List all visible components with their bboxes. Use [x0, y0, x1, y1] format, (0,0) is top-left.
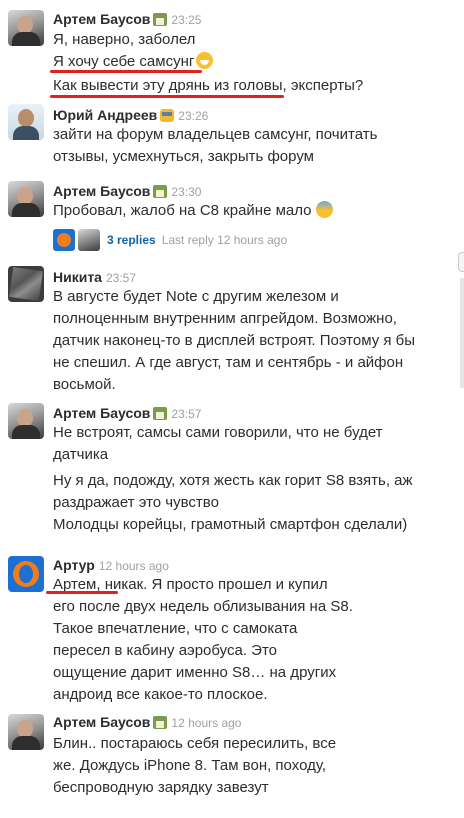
last-reply-text: Last reply 12 hours ago [161, 233, 288, 247]
avatar[interactable] [8, 556, 44, 592]
author-name[interactable]: Юрий Андреев [53, 107, 157, 123]
timestamp[interactable]: 12 hours ago [171, 716, 241, 730]
message-line: беспроводную зарядку завезут [53, 779, 269, 796]
red-underline [50, 95, 284, 98]
message-line: пересел в кабину аэробуса. Это [53, 642, 277, 659]
message-line: отзывы, усмехнуться, закрыть форум [53, 148, 314, 165]
timestamp[interactable]: 12 hours ago [99, 559, 169, 573]
message-line: Такое впечатление, что с самоката [53, 620, 298, 637]
bus-icon [160, 109, 175, 122]
message-header: Артем Баусов 23:57 [53, 404, 201, 422]
message-line: же. Дождусь iPhone 8. Там вон, походу, [53, 757, 326, 774]
timestamp[interactable]: 23:26 [178, 109, 208, 123]
message-line: раздражает это чувство [53, 494, 219, 511]
author-name[interactable]: Никита [53, 269, 102, 285]
replies-link[interactable]: 3 replies [107, 233, 156, 247]
message-line: не спешил. А где август, там и сентябрь … [53, 354, 404, 371]
message-line: Ну я да, подожду, хотя жесть как горит S… [53, 472, 413, 489]
message-line: В августе будет Note с другим железом и [53, 288, 339, 305]
avatar[interactable] [8, 10, 44, 46]
message-header: Артем Баусов 23:30 [53, 182, 201, 200]
scrollbar[interactable] [460, 278, 464, 388]
message-header: Юрий Андреев 23:26 [53, 106, 208, 124]
author-name[interactable]: Артем Баусов [53, 11, 150, 27]
message-line: зайти на форум владельцев самсунг, почит… [53, 126, 378, 143]
avatar[interactable] [8, 266, 44, 302]
message-line: Не встроят, самсы сами говорили, что не … [53, 424, 383, 441]
thread-summary[interactable]: 3 replies Last reply 12 hours ago [53, 229, 287, 251]
message-header: Артур 12 hours ago [53, 556, 169, 574]
author-name[interactable]: Артем Баусов [53, 405, 150, 421]
red-underline [50, 70, 202, 73]
author-name[interactable]: Артем Баусов [53, 183, 150, 199]
house-with-garden-icon [153, 716, 168, 729]
fearful-face-icon [315, 201, 333, 218]
author-name[interactable]: Артем Баусов [53, 714, 150, 730]
message-line: Пробовал, жалоб на С8 крайне мало [53, 200, 333, 222]
house-with-garden-icon [153, 13, 168, 26]
avatar[interactable] [8, 714, 44, 750]
avatar[interactable] [8, 403, 44, 439]
avatar [78, 229, 100, 251]
message-header: Артем Баусов 23:25 [53, 10, 201, 28]
scroll-handle[interactable] [458, 252, 464, 272]
timestamp[interactable]: 23:57 [171, 407, 201, 421]
message-line: ощущение дарит именно S8… на других [53, 664, 337, 681]
timestamp[interactable]: 23:30 [171, 185, 201, 199]
house-with-garden-icon [153, 407, 168, 420]
timestamp[interactable]: 23:25 [171, 13, 201, 27]
message-line: полноценным внутренним апгрейдом. Возмож… [53, 310, 397, 327]
message-header: Никита 23:57 [53, 268, 136, 286]
avatar[interactable] [8, 181, 44, 217]
avatar [53, 229, 75, 251]
message-line: его после двух недель облизывания на S8. [53, 598, 353, 615]
message-line: датчика [53, 446, 109, 463]
avatar[interactable] [8, 104, 44, 140]
timestamp[interactable]: 23:57 [106, 271, 136, 285]
message-line: Как вывести эту дрянь из головы, эксперт… [53, 77, 364, 94]
message-header: Артем Баусов 12 hours ago [53, 713, 241, 731]
message-line: Молодцы корейцы, грамотный смартфон сдел… [53, 516, 408, 533]
message-line: Я, наверно, заболел [53, 31, 196, 48]
red-underline [46, 591, 118, 594]
message-line: Блин.. постараюсь себя пересилить, все [53, 735, 337, 752]
message-line: восьмой. [53, 376, 116, 393]
grinning-face-icon [196, 52, 214, 69]
author-name[interactable]: Артур [53, 557, 95, 573]
house-with-garden-icon [153, 185, 168, 198]
message-line: андроид все какое-то плоское. [53, 686, 268, 703]
message-line: датчик наконец-то в дисплей встроят. Поэ… [53, 332, 416, 349]
